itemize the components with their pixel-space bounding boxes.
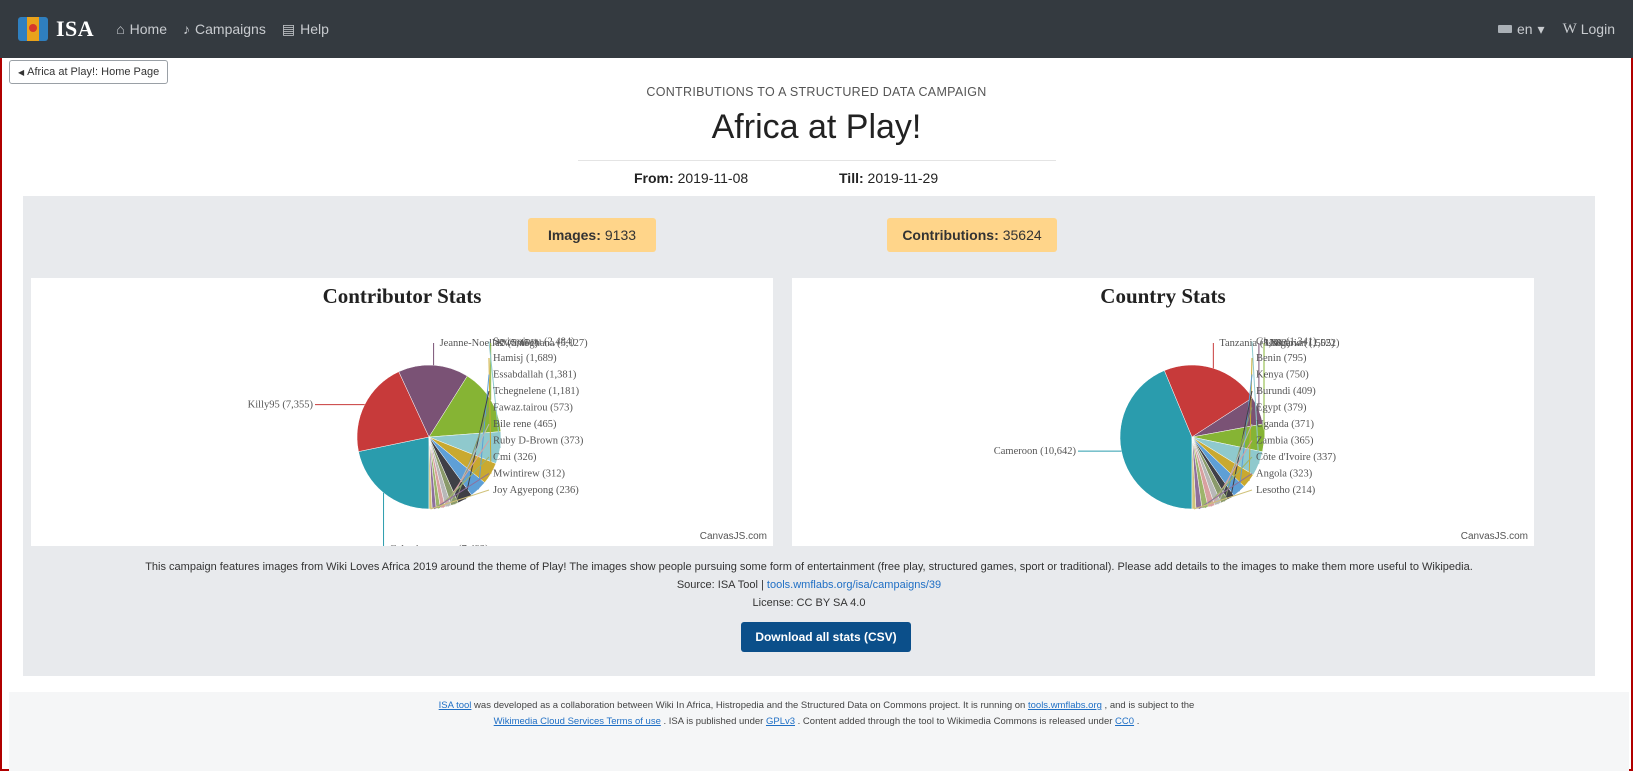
home-icon: ⌂ xyxy=(116,21,125,37)
nav-home[interactable]: ⌂ Home xyxy=(116,21,167,37)
footer-text-2: , and is subject to the xyxy=(1104,700,1195,711)
pie-slice-label: Lesotho (214) xyxy=(1256,485,1316,496)
country-stats-chart: Cameroon (10,642) Tanzania (5,383) Unknown… xyxy=(792,278,1534,546)
contributions-label: Contributions: xyxy=(902,227,999,243)
tools-wmflabs-link[interactable]: tools.wmflabs.org xyxy=(1028,700,1102,711)
date-till-value: 2019-11-29 xyxy=(867,170,939,186)
pie-slice-label: Fawaz.tairou (573) xyxy=(493,403,573,414)
top-navbar: ISA ⌂ Home ♪ Campaigns ▤ Help en ▾ W Log… xyxy=(0,0,1633,58)
country-pie-svg: Cameroon (10,642)Tanzania (5,383)Unknown… xyxy=(994,337,1340,510)
login-label: Login xyxy=(1580,21,1615,37)
pie-slice-label: Uganda (371) xyxy=(1256,419,1315,430)
cc0-link[interactable]: CC0 xyxy=(1115,716,1134,727)
nav-help[interactable]: ▤ Help xyxy=(282,21,329,38)
license-line: License: CC BY SA 4.0 xyxy=(752,597,866,609)
pie-slice-label: Angola (323) xyxy=(1256,469,1313,480)
pie-slice-label: Cmi (326) xyxy=(493,452,537,463)
language-label: en xyxy=(1516,21,1533,37)
date-till: Till: 2019-11-29 xyxy=(839,170,938,186)
nav-campaigns[interactable]: ♪ Campaigns xyxy=(183,21,266,37)
contributions-count-badge: Contributions: 35624 xyxy=(887,218,1057,252)
pie-slice-label: Hamisj (1,689) xyxy=(493,353,557,364)
date-from: From: 2019-11-08 xyxy=(634,170,748,186)
brand[interactable]: ISA xyxy=(18,16,94,42)
images-label: Images: xyxy=(547,227,601,243)
pie-slice-label: Burundi (409) xyxy=(1256,386,1316,397)
bell-icon: ♪ xyxy=(183,21,191,37)
wikipedia-icon: W xyxy=(1562,20,1577,37)
footer-text-3: . ISA is published under xyxy=(663,716,764,727)
back-to-campaign-button[interactable]: ◀ Africa at Play!: Home Page xyxy=(9,60,169,84)
footer-text-5: . xyxy=(1136,716,1140,727)
date-till-label: Till: xyxy=(839,170,864,186)
pie-slice-label: Celestinesucess (7,492) xyxy=(390,544,490,546)
footer-text-4: . Content added through the tool to Wiki… xyxy=(797,716,1113,727)
footer-line-1: ISA tool was developed as a collaboratio… xyxy=(0,700,1633,711)
language-dropdown[interactable]: en ▾ xyxy=(1497,20,1545,38)
images-count-badge: Images: 9133 xyxy=(528,218,656,252)
pie-slice-label: Ruby D-Brown (373) xyxy=(493,436,584,447)
contributor-chart-title: Contributor Stats xyxy=(322,284,482,308)
pie-slice-label: Zambia (365) xyxy=(1256,436,1314,447)
download-csv-button[interactable]: Download all stats (CSV) xyxy=(741,622,911,652)
pie-slice-label: Kenya (750) xyxy=(1256,370,1309,381)
contributions-value: 35624 xyxy=(1002,227,1042,243)
footer-line-2: Wikimedia Cloud Services Terms of use . … xyxy=(0,716,1633,727)
gplv3-link[interactable]: GPLv3 xyxy=(766,716,795,727)
page-title: Africa at Play! xyxy=(711,108,922,146)
images-value: 9133 xyxy=(604,227,637,243)
contributor-stats-chart: Celestinesucess (7,492)Killy95 (7,355)Je… xyxy=(31,278,773,546)
isa-logo-icon xyxy=(18,17,48,41)
pie-slice-label: Tchegnelene (1,181) xyxy=(493,386,580,397)
source-label: Source: ISA Tool | xyxy=(676,579,764,591)
pie-slice-label: Ghana (1,341) xyxy=(1256,337,1317,348)
nav-campaigns-label: Campaigns xyxy=(195,21,266,37)
contributor-pie-svg: Celestinesucess (7,492)Killy95 (7,355)Je… xyxy=(248,337,588,546)
date-from-value: 2019-11-08 xyxy=(677,170,749,186)
country-chart-title: Country Stats xyxy=(1100,284,1226,308)
pie-slice-label: Mwintirew (312) xyxy=(493,469,566,480)
isa-tool-link[interactable]: ISA tool xyxy=(439,700,472,711)
title-divider xyxy=(578,160,1056,161)
caret-down-icon: ▾ xyxy=(1537,20,1545,37)
date-from-label: From: xyxy=(634,170,674,186)
country-chart-credit[interactable]: CanvasJS.com xyxy=(1461,531,1528,542)
pie-slice-label: Killy95 (7,355) xyxy=(248,400,314,411)
terms-of-use-link[interactable]: Wikimedia Cloud Services Terms of use xyxy=(494,716,661,727)
pie-slice-label: Benin (795) xyxy=(1256,353,1307,364)
brand-name: ISA xyxy=(56,16,95,41)
book-icon: ▤ xyxy=(281,20,296,37)
pie-slice-label: Serieminou (2,484) xyxy=(493,337,575,348)
source-link[interactable]: tools.wmflabs.org/isa/campaigns/39 xyxy=(767,579,941,591)
source-line: Source: ISA Tool | tools.wmflabs.org/isa… xyxy=(23,579,1595,591)
campaign-description: This campaign features images from Wiki … xyxy=(145,561,1473,573)
contributor-chart-credit[interactable]: CanvasJS.com xyxy=(700,531,767,542)
footer-text-1: was developed as a collaboration between… xyxy=(474,700,1026,711)
page-subtitle: CONTRIBUTIONS TO A STRUCTURED DATA CAMPA… xyxy=(646,85,987,99)
pie-slice-label: Joy Agyepong (236) xyxy=(493,485,579,496)
pie-slice-label: Egypt (379) xyxy=(1256,403,1307,414)
language-icon xyxy=(1497,25,1512,33)
back-button-label: Africa at Play!: Home Page xyxy=(27,66,160,78)
pie-slice-label: Côte d'Ivoire (337) xyxy=(1256,452,1337,463)
nav-help-label: Help xyxy=(300,21,329,37)
caret-left-icon: ◀ xyxy=(18,67,25,77)
pie-slice-label: Bile rene (465) xyxy=(493,419,557,430)
pie-slice-label: Cameroon (10,642) xyxy=(994,446,1077,457)
nav-home-label: Home xyxy=(129,21,168,37)
stats-panel: Images: 9133 Contributions: 35624 Celest… xyxy=(23,196,1595,676)
login-link[interactable]: W Login xyxy=(1563,21,1615,38)
pie-slice-label: Essabdallah (1,381) xyxy=(493,370,577,381)
